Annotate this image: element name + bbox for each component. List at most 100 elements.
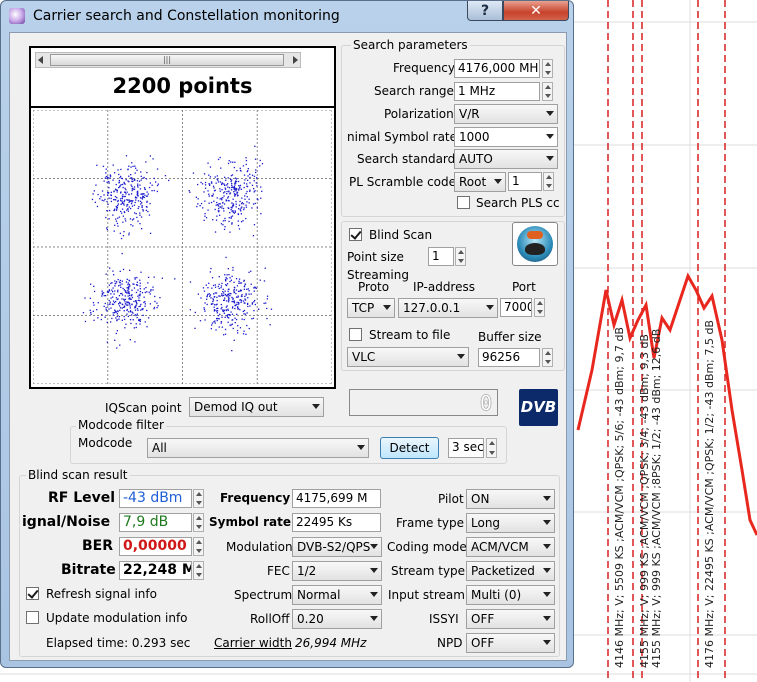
iqscan-select[interactable]: Demod IQ out — [189, 397, 324, 417]
iq-point — [128, 234, 130, 236]
iq-point — [151, 190, 153, 192]
iq-point — [131, 311, 133, 313]
iq-point — [112, 312, 114, 314]
player-select[interactable]: VLC — [347, 347, 469, 367]
iq-point — [110, 200, 112, 203]
iq-point — [218, 207, 220, 210]
ip-address-select[interactable]: 127.0.0.1 — [398, 298, 498, 318]
modulation-select[interactable]: DVB-S2/QPS — [292, 537, 382, 557]
iq-point — [217, 285, 219, 288]
iq-point — [128, 232, 130, 234]
point-size-spinner[interactable] — [455, 247, 466, 266]
frame-type-select[interactable]: Long — [466, 513, 555, 533]
iq-point — [153, 189, 155, 192]
spectrum-select[interactable]: Normal — [292, 585, 382, 605]
iq-point — [244, 302, 246, 304]
detect-timeout-input[interactable]: 3 sec — [448, 438, 484, 458]
search-range-spinner[interactable] — [542, 82, 553, 101]
detect-button[interactable]: Detect — [380, 437, 439, 459]
iq-point — [134, 201, 136, 204]
search-pls-checkbox[interactable] — [457, 196, 470, 209]
iq-point — [109, 301, 111, 303]
modcode-select[interactable]: All — [147, 438, 369, 458]
detect-timeout-spinner[interactable] — [486, 438, 497, 458]
iq-point — [250, 283, 252, 285]
coding-mode-select[interactable]: ACM/VCM — [466, 537, 555, 557]
polarization-select[interactable]: V/R — [454, 104, 558, 124]
iq-point — [146, 309, 148, 312]
iq-point — [124, 318, 126, 321]
close-button[interactable]: ✕ — [503, 1, 569, 21]
iq-point — [102, 165, 105, 167]
iq-point — [100, 196, 102, 198]
iq-point — [100, 318, 102, 321]
proto-header: Proto — [358, 280, 390, 294]
iq-point — [115, 183, 117, 186]
search-range-input[interactable]: 1 MHz — [454, 82, 540, 101]
min-symbol-rate-select[interactable]: 1000 — [454, 127, 558, 147]
scroll-right-arrow[interactable] — [293, 56, 298, 64]
input-stream-select[interactable]: Multi (0) — [466, 585, 555, 605]
pl-scramble-mode-select[interactable]: Root — [454, 172, 506, 192]
signal-noise-spinner[interactable] — [193, 513, 204, 532]
iq-point — [130, 310, 132, 312]
iq-point — [110, 307, 112, 309]
title-bar[interactable]: Carrier search and Constellation monitor… — [1, 1, 575, 31]
iq-point — [222, 220, 225, 222]
buffer-size-input[interactable]: 96256 — [478, 348, 540, 367]
iq-point — [197, 203, 199, 205]
iq-point — [230, 207, 232, 209]
iq-point — [128, 206, 130, 208]
frequency-spinner[interactable] — [542, 59, 553, 78]
rolloff-select[interactable]: 0.20 — [292, 609, 382, 629]
stream-type-select[interactable]: Packetized — [466, 561, 555, 581]
bitrate-spinner[interactable] — [193, 561, 204, 580]
iq-point — [227, 186, 229, 188]
iq-point — [138, 297, 140, 299]
npd-select[interactable]: OFF — [466, 633, 555, 653]
ber-spinner[interactable] — [193, 537, 204, 556]
iq-point — [221, 207, 223, 209]
iq-point — [152, 158, 154, 160]
help-button[interactable]: ? — [467, 1, 503, 21]
iq-point — [137, 295, 139, 297]
constellation-scrollbar[interactable]: ||| — [35, 52, 301, 68]
iq-point — [130, 166, 132, 168]
iq-point — [241, 318, 243, 320]
buffer-size-spinner[interactable] — [542, 348, 553, 367]
iq-point — [247, 168, 249, 170]
iq-point — [232, 306, 234, 308]
pilot-select[interactable]: ON — [466, 489, 555, 509]
scroll-left-arrow[interactable] — [38, 56, 43, 64]
iq-point — [106, 200, 108, 203]
port-input[interactable]: 7000 — [500, 298, 532, 317]
proto-select[interactable]: TCP — [347, 298, 395, 318]
iq-point — [134, 212, 136, 214]
search-standard-select[interactable]: AUTO — [454, 149, 558, 169]
rf-level-spinner[interactable] — [193, 489, 204, 508]
iq-point — [136, 169, 138, 171]
iq-point — [105, 216, 107, 219]
point-size-input[interactable]: 1 — [428, 247, 454, 266]
iq-point — [217, 315, 220, 317]
stream-to-file-checkbox[interactable] — [349, 328, 362, 341]
iq-point — [138, 206, 140, 208]
blind-scan-checkbox[interactable] — [349, 228, 362, 241]
iq-point — [112, 303, 115, 305]
iq-point — [120, 210, 122, 213]
pl-scramble-spinner[interactable] — [543, 172, 554, 191]
iq-point — [131, 178, 133, 180]
iq-point — [235, 318, 238, 321]
iq-point — [142, 210, 144, 212]
frequency-input[interactable]: 4176,000 MHz — [454, 59, 540, 78]
update-modulation-checkbox[interactable] — [26, 611, 39, 624]
port-spinner[interactable] — [534, 298, 545, 317]
iq-point — [219, 295, 221, 297]
fec-select[interactable]: 1/2 — [292, 561, 382, 581]
pl-scramble-input[interactable]: 1 — [508, 172, 542, 191]
iq-point — [230, 180, 232, 183]
iq-point — [84, 297, 86, 299]
refresh-signal-checkbox[interactable] — [26, 587, 39, 600]
issyi-select[interactable]: OFF — [466, 609, 555, 629]
scroll-thumb[interactable]: ||| — [50, 54, 284, 66]
